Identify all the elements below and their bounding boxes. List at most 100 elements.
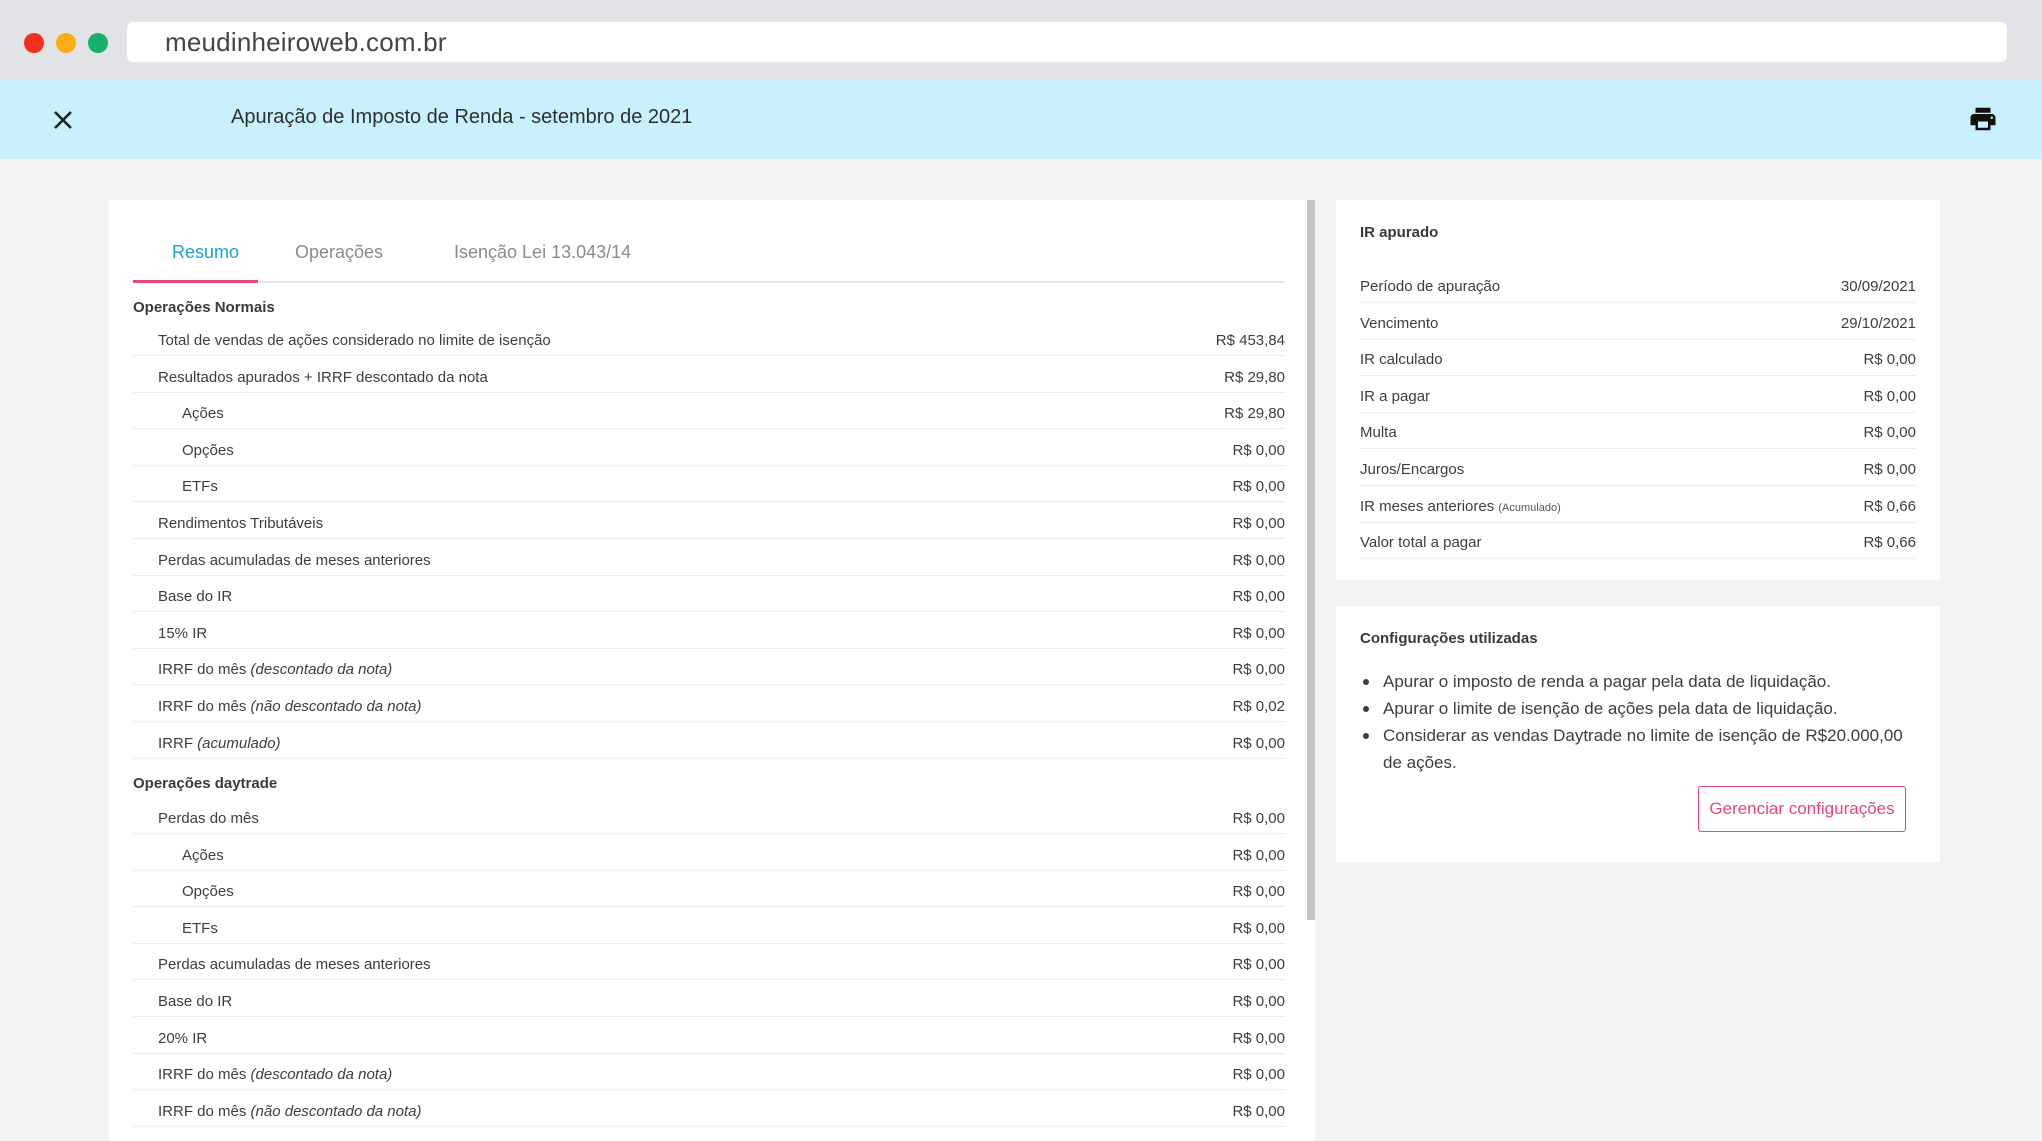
summary-row-value: R$ 0,00 [1232, 1066, 1285, 1084]
summary-row: 15% IR R$ 0,00 [133, 613, 1285, 649]
tab-resumo[interactable]: Resumo [172, 242, 239, 263]
ir-row-value: R$ 0,00 [1863, 461, 1916, 478]
ir-row: Juros/Encargos R$ 0,00 [1360, 450, 1916, 486]
summary-row-value: R$ 0,00 [1232, 588, 1285, 606]
ir-row-label: Período de apuração [1360, 278, 1500, 295]
address-bar[interactable]: meudinheiroweb.com.br [127, 22, 2007, 62]
close-button[interactable] [50, 107, 76, 133]
summary-row-value: R$ 0,00 [1232, 883, 1285, 901]
summary-row-label-text: Rendimentos Tributáveis [158, 515, 324, 532]
ir-row-note: (Acumulado) [1498, 501, 1561, 514]
ir-row-label: Vencimento [1360, 315, 1438, 332]
summary-row: ETFs R$ 0,00 [133, 466, 1285, 503]
print-button[interactable] [1968, 104, 1998, 134]
summary-row-value: R$ 0,00 [1232, 1029, 1285, 1047]
ir-row-label-text: Valor total a pagar [1360, 534, 1482, 552]
tab-bar: Resumo Operações Isenção Lei 13.043/14 [133, 200, 1285, 283]
printer-icon [1970, 107, 1996, 131]
config-item: Apurar o imposto de renda a pagar pela d… [1363, 668, 1913, 695]
close-icon [54, 111, 72, 129]
summary-row: IRRF (acumulado) R$ 0,00 [133, 723, 1285, 759]
page-title: Apuração de Imposto de Renda - setembro … [231, 106, 693, 128]
summary-row-label-text: Base do IR [158, 588, 233, 606]
summary-row: Resultados apurados + IRRF descontado da… [133, 357, 1285, 393]
summary-row: Total de vendas de ações considerado no … [133, 320, 1285, 356]
manage-settings-button[interactable]: Gerenciar configurações [1698, 786, 1906, 832]
summary-row-value: R$ 29,80 [1224, 405, 1285, 423]
summary-row-note: (descontado da nota) [250, 661, 393, 679]
summary-row-note: (descontado da nota) [250, 1066, 393, 1084]
app-header: Apuração de Imposto de Renda - setembro … [0, 80, 2042, 159]
ir-apurado-title: IR apurado [1360, 224, 1439, 241]
ir-row-value: R$ 0,66 [1863, 534, 1916, 552]
summary-row-value: R$ 29,80 [1224, 368, 1285, 386]
summary-row-label: Opções [182, 883, 234, 900]
summary-row: Perdas acumuladas de meses anteriores R$ … [133, 944, 1285, 981]
summary-row-value: R$ 0,00 [1232, 441, 1285, 459]
summary-row-note: (não descontado da nota) [250, 1102, 422, 1120]
config-card: Configurações utilizadas Apurar o impost… [1336, 606, 1940, 862]
summary-row: IRRF do mês (descontado da nota) R$ 0,00 [133, 1054, 1285, 1091]
summary-row: IRRF do mês (não descontado da nota) R$ 0… [133, 1091, 1285, 1127]
ir-row-value: 30/09/2021 [1840, 278, 1916, 295]
summary-row: Ações R$ 29,80 [133, 393, 1285, 430]
window-minimize-dot[interactable] [56, 33, 76, 53]
summary-row-label-text: Ações [182, 405, 224, 423]
summary-row: Base do IR R$ 0,00 [133, 576, 1285, 613]
tab-operacoes[interactable]: Operações [295, 242, 383, 263]
address-bar-url: meudinheiroweb.com.br [165, 27, 447, 57]
summary-row-label: Ações [182, 405, 224, 422]
summary-row-label-text: IRRF do mês [158, 1066, 251, 1084]
summary-row-value: R$ 0,00 [1232, 661, 1285, 679]
ir-row: IR calculado R$ 0,00 [1360, 340, 1916, 377]
summary-row-value: R$ 0,00 [1232, 810, 1285, 827]
summary-row: Perdas acumuladas de meses anteriores R$ … [133, 540, 1285, 576]
summary-row-label: Perdas acumuladas de meses anteriores [158, 552, 431, 569]
tab-isencao[interactable]: Isenção Lei 13.043/14 [454, 242, 631, 263]
summary-row-label: Perdas acumuladas de meses anteriores [158, 956, 431, 973]
summary-row-label: Opções [182, 442, 234, 459]
ir-row-value: R$ 0,00 [1863, 351, 1916, 369]
summary-row: 20% IR R$ 0,00 [133, 1018, 1285, 1054]
summary-row-note: (acumulado) [197, 734, 281, 752]
summary-row-value: R$ 0,00 [1232, 993, 1285, 1010]
summary-row: IRRF do mês (descontado da nota) R$ 0,00 [133, 649, 1285, 686]
summary-row: Rendimentos Tributáveis R$ 0,00 [133, 503, 1285, 539]
ir-row-label: Multa [1360, 424, 1397, 441]
summary-row-label-text: Perdas acumuladas de meses anteriores [158, 956, 431, 974]
summary-row-label-text: 15% IR [158, 624, 208, 642]
ir-row-label: Valor total a pagar [1360, 534, 1481, 551]
ir-row: IR a pagar R$ 0,00 [1360, 377, 1916, 413]
ir-apurado-card: IR apurado Período de apuração 30/09/2021… [1336, 200, 1940, 580]
ir-row-value: R$ 0,66 [1863, 497, 1916, 515]
summary-row-value: R$ 0,00 [1232, 956, 1285, 974]
summary-row-label: ETFs [182, 920, 218, 937]
ir-row-value: R$ 0,00 [1863, 424, 1916, 442]
summary-row-label-text: IRRF do mês [158, 661, 251, 679]
config-list: Apurar o imposto de renda a pagar pela d… [1363, 668, 1913, 776]
summary-row-value: R$ 0,00 [1232, 515, 1285, 532]
scrollbar[interactable] [1307, 200, 1315, 920]
ir-row-label-text: IR meses anteriores [1360, 497, 1499, 515]
window-close-dot[interactable] [24, 33, 44, 53]
summary-row-label: IRRF (acumulado) [158, 735, 281, 752]
summary-row-label-text: Base do IR [158, 993, 233, 1010]
summary-row: IRRF do mês (não descontado da nota) R$ 0… [133, 686, 1285, 722]
summary-row-label-text: Perdas acumuladas de meses anteriores [158, 551, 431, 569]
summary-row-label-text: Perdas do mês [158, 810, 259, 827]
summary-row-value: R$ 0,00 [1232, 846, 1285, 864]
ir-row-label: IR meses anteriores (Acumulado) [1360, 498, 1561, 515]
summary-row-label: Base do IR [158, 588, 232, 605]
summary-row-label-text: IRRF [158, 734, 198, 752]
window-maximize-dot[interactable] [88, 33, 108, 53]
summary-row-label-text: Ações [182, 846, 224, 864]
ir-row-label-text: Multa [1360, 424, 1397, 442]
summary-row-label: IRRF do mês (descontado da nota) [158, 1066, 392, 1083]
section-title-daytrade: Operações daytrade [133, 775, 278, 792]
summary-row: Base do IR R$ 0,00 [133, 981, 1285, 1017]
summary-row-value: R$ 0,02 [1232, 698, 1285, 715]
config-item: Apurar o limite de isenção de ações pela… [1363, 695, 1913, 722]
active-tab-indicator [133, 280, 258, 283]
summary-row-label-text: ETFs [182, 919, 218, 937]
ir-row: IR meses anteriores (Acumulado) R$ 0,66 [1360, 487, 1916, 523]
